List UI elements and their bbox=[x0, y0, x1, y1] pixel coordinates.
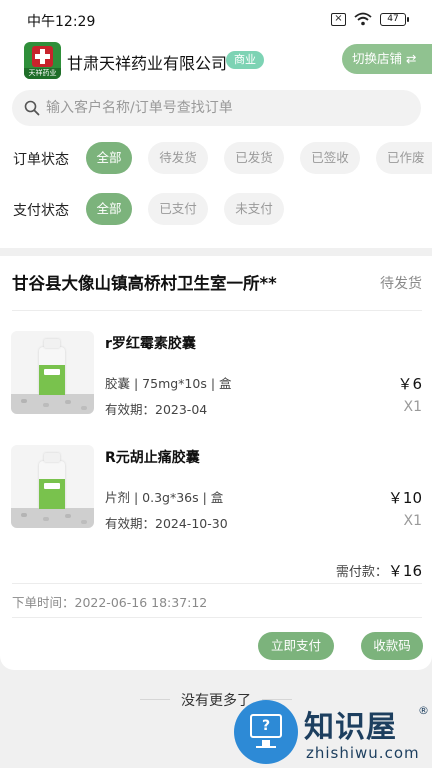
product-image bbox=[11, 331, 94, 414]
switch-store-button[interactable]: 切换店铺 ⇄ bbox=[342, 44, 432, 74]
payment-status-chip-all[interactable]: 全部 bbox=[86, 193, 132, 225]
product-name: r罗红霉素胶囊 bbox=[105, 336, 196, 352]
product-item[interactable]: r罗红霉素胶囊 胶囊 | 75mg*10s | 盒 有效期：2023-04 ￥6… bbox=[0, 331, 432, 417]
order-status-label: 订单状态 bbox=[13, 152, 69, 168]
registered-mark: ® bbox=[418, 704, 429, 717]
product-expiry: 有效期：2024-10-30 bbox=[105, 516, 228, 531]
header: 天祥药业 甘肃天祥药业有限公司 商业 切换店铺 ⇄ 订单状态 全部 待发货 已发… bbox=[0, 38, 432, 248]
no-sim-icon: × bbox=[331, 12, 346, 26]
watermark: ? 知识屋 ® zhishiwu.com bbox=[234, 700, 432, 768]
customer-name: 甘谷县大像山镇高桥村卫生室一所** bbox=[12, 274, 277, 293]
search-bar[interactable] bbox=[12, 90, 421, 126]
order-card[interactable]: 甘谷县大像山镇高桥村卫生室一所** 待发货 r罗红霉素胶囊 胶囊 | 75mg*… bbox=[0, 256, 432, 670]
search-icon bbox=[24, 100, 40, 116]
order-time: 下单时间：2022-06-16 18:37:12 bbox=[12, 595, 208, 610]
search-input[interactable] bbox=[46, 90, 406, 126]
payment-qr-button[interactable]: 收款码 bbox=[361, 632, 423, 660]
product-name: R元胡止痛胶囊 bbox=[105, 450, 200, 466]
order-total: 需付款：￥16 bbox=[336, 560, 422, 581]
product-price: ￥10 bbox=[387, 489, 422, 507]
product-quantity: X1 bbox=[403, 513, 423, 529]
product-quantity: X1 bbox=[403, 399, 423, 415]
company-logo: 天祥药业 bbox=[24, 42, 61, 79]
product-image bbox=[11, 445, 94, 528]
company-name: 甘肃天祥药业有限公司 bbox=[67, 54, 228, 73]
product-spec: 片剂 | 0.3g*36s | 盒 bbox=[105, 490, 224, 505]
divider bbox=[12, 583, 422, 584]
company-type-badge: 商业 bbox=[226, 51, 264, 69]
order-status-filter: 订单状态 全部 待发货 已发货 已签收 已作废 bbox=[0, 142, 432, 176]
watermark-en: zhishiwu.com bbox=[306, 744, 420, 762]
status-icons: × 47 bbox=[331, 12, 409, 26]
order-status-chip-void[interactable]: 已作废 bbox=[376, 142, 432, 174]
divider bbox=[12, 310, 422, 311]
payment-status-label: 支付状态 bbox=[13, 203, 69, 219]
logo-text: 天祥药业 bbox=[24, 68, 61, 79]
order-status-chip-all[interactable]: 全部 bbox=[86, 142, 132, 174]
product-price: ￥6 bbox=[397, 375, 422, 393]
total-label: 需付款： bbox=[335, 565, 388, 580]
product-expiry: 有效期：2023-04 bbox=[105, 402, 208, 417]
battery-icon: 47 bbox=[380, 12, 409, 26]
pay-now-button[interactable]: 立即支付 bbox=[258, 632, 334, 660]
payment-status-chip-unpaid[interactable]: 未支付 bbox=[224, 193, 284, 225]
product-item[interactable]: R元胡止痛胶囊 片剂 | 0.3g*36s | 盒 有效期：2024-10-30… bbox=[0, 445, 432, 531]
order-status: 待发货 bbox=[380, 276, 422, 292]
order-status-chip-signed[interactable]: 已签收 bbox=[300, 142, 360, 174]
wifi-icon bbox=[354, 12, 372, 26]
watermark-logo-icon: ? bbox=[234, 700, 298, 764]
payment-status-filter: 支付状态 全部 已支付 未支付 bbox=[0, 193, 432, 227]
watermark-cn: 知识屋 bbox=[304, 710, 397, 745]
status-time: 中午12:29 bbox=[27, 14, 96, 30]
divider bbox=[12, 617, 422, 618]
order-status-chip-shipped[interactable]: 已发货 bbox=[224, 142, 284, 174]
product-spec: 胶囊 | 75mg*10s | 盒 bbox=[105, 376, 232, 391]
order-status-chip-pending[interactable]: 待发货 bbox=[148, 142, 208, 174]
payment-status-chip-paid[interactable]: 已支付 bbox=[148, 193, 208, 225]
total-amount: ￥16 bbox=[387, 562, 422, 580]
status-bar: 中午12:29 × 47 bbox=[0, 0, 432, 38]
